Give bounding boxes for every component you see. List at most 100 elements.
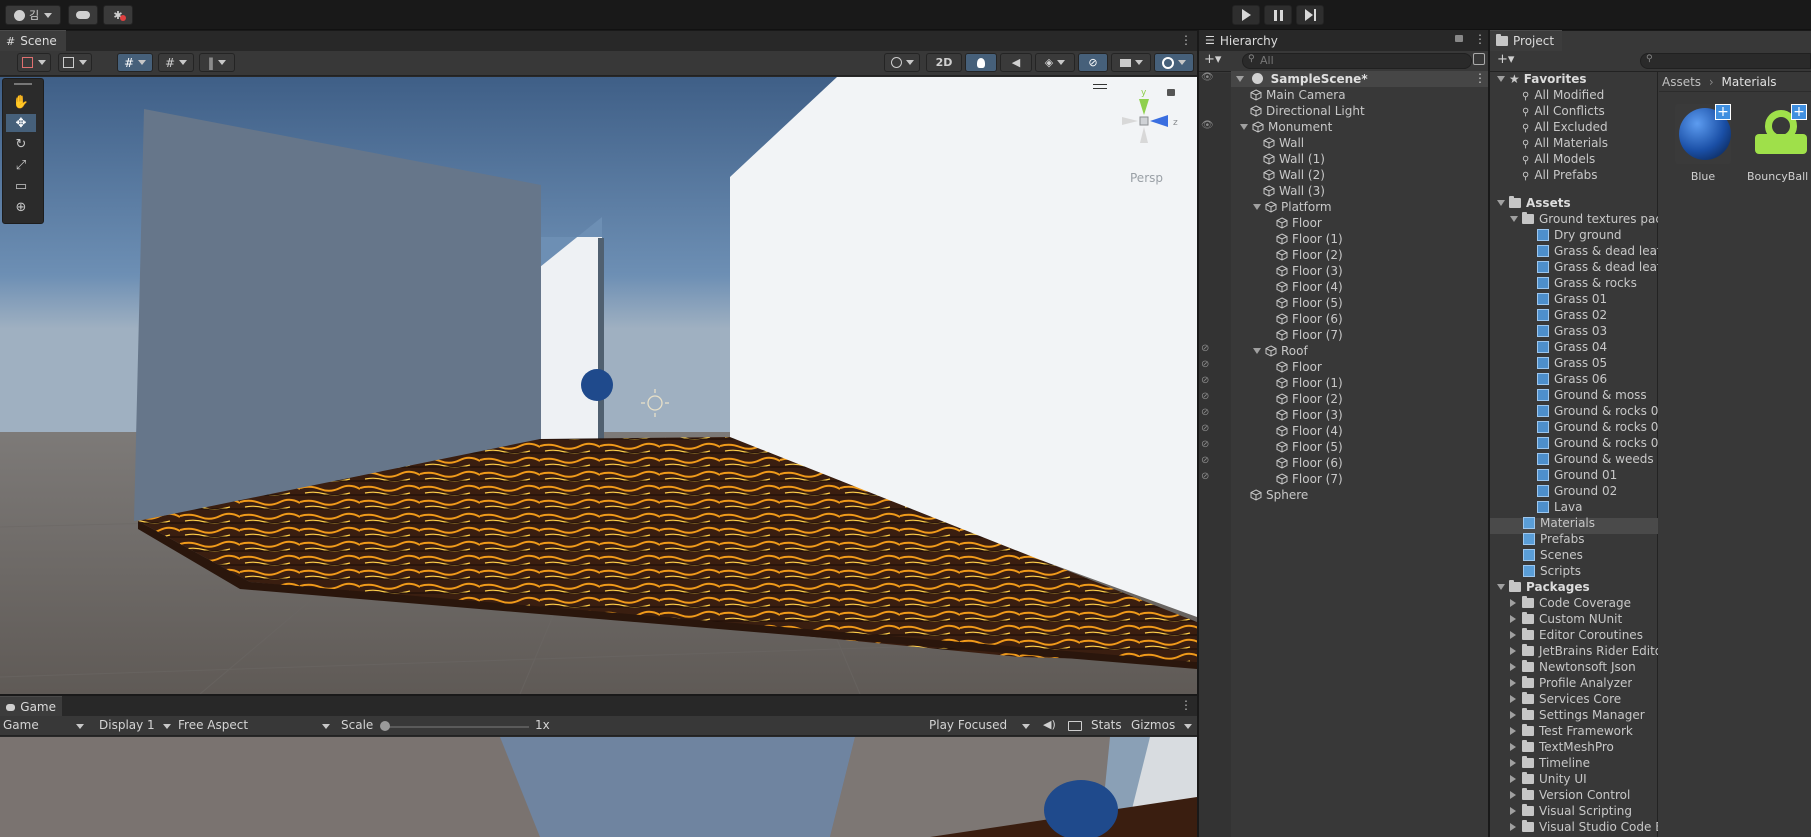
ground-texture-item[interactable]: Ground & rocks 01 — [1537, 403, 1658, 419]
hierarchy-item[interactable]: Floor (5) — [1276, 439, 1343, 455]
hierarchy-item[interactable]: Main Camera — [1250, 87, 1346, 103]
scene-viewport[interactable]: ✋ ✥ ↻ ⤢ ▭ ⊕ y z Persp — [0, 77, 1197, 694]
packages-folder[interactable]: Packages — [1497, 579, 1590, 595]
hierarchy-item[interactable]: Directional Light — [1250, 103, 1365, 119]
collapse-arrow-icon[interactable] — [1510, 695, 1516, 703]
project-add-button[interactable]: +▾ — [1497, 52, 1514, 67]
gizmos-dropdown[interactable]: Gizmos — [1128, 716, 1188, 735]
collapse-arrow-icon[interactable] — [1510, 647, 1516, 655]
hierarchy-item[interactable]: Wall — [1263, 135, 1304, 151]
expand-arrow-icon[interactable] — [1236, 76, 1244, 82]
hierarchy-item[interactable]: Floor — [1276, 215, 1322, 231]
scale-tool-icon[interactable]: ⤢ — [6, 156, 36, 174]
move-tool-icon[interactable]: ✥ — [6, 114, 36, 132]
expand-arrow-icon[interactable] — [1497, 584, 1505, 590]
hierarchy-search-input[interactable]: All — [1260, 53, 1274, 69]
hierarchy-item[interactable]: Floor (1) — [1276, 231, 1343, 247]
hidden-eye-icon[interactable]: ⊘ — [1201, 471, 1209, 482]
package-item[interactable]: TextMeshPro — [1510, 739, 1614, 755]
scale-slider-thumb[interactable] — [380, 721, 390, 731]
collapse-arrow-icon[interactable] — [1510, 711, 1516, 719]
lighting-toggle-button[interactable] — [965, 53, 997, 72]
hierarchy-item[interactable]: Sphere — [1250, 487, 1308, 503]
ground-texture-item[interactable]: Grass 05 — [1537, 355, 1607, 371]
gizmos-button[interactable] — [1154, 53, 1194, 72]
collapse-arrow-icon[interactable] — [1510, 775, 1516, 783]
asset-folder-item[interactable]: Materials — [1523, 515, 1595, 531]
collapse-arrow-icon[interactable] — [1510, 791, 1516, 799]
eye-icon[interactable]: 👁 — [1201, 120, 1214, 131]
ground-texture-item[interactable]: Ground & rocks 03 — [1537, 435, 1658, 451]
scene-menu-lines-icon[interactable] — [1093, 84, 1107, 89]
collapse-arrow-icon[interactable] — [1510, 823, 1516, 831]
orientation-gizmo[interactable]: y z — [1110, 87, 1185, 157]
hierarchy-item[interactable]: Wall (1) — [1263, 151, 1325, 167]
hidden-eye-icon[interactable]: ⊘ — [1201, 343, 1209, 354]
search-filter-icon[interactable] — [1473, 53, 1485, 65]
rotate-tool-icon[interactable]: ↻ — [6, 135, 36, 153]
persp-label[interactable]: Persp — [1130, 171, 1163, 185]
rect-tool-icon[interactable]: ▭ — [6, 177, 36, 195]
pause-button[interactable] — [1264, 5, 1292, 25]
hierarchy-lock-icon[interactable] — [1455, 35, 1463, 42]
ground-texture-item[interactable]: Grass 02 — [1537, 307, 1607, 323]
grid-snap-button[interactable]: # — [117, 53, 153, 72]
expand-arrow-icon[interactable] — [1510, 216, 1518, 222]
hierarchy-item[interactable]: Floor (6) — [1276, 311, 1343, 327]
collapse-arrow-icon[interactable] — [1510, 679, 1516, 687]
breadcrumb-assets[interactable]: Assets — [1662, 75, 1701, 89]
tab-game[interactable]: Game — [0, 696, 62, 717]
ground-texture-item[interactable]: Grass 04 — [1537, 339, 1607, 355]
asset-folder-item[interactable]: Prefabs — [1523, 531, 1585, 547]
favorite-item[interactable]: ⚲ All Excluded — [1522, 119, 1608, 135]
cloud-button[interactable] — [68, 5, 98, 25]
collapse-arrow-icon[interactable] — [1510, 807, 1516, 815]
mute-audio-icon[interactable]: ◀) — [1043, 718, 1056, 731]
tab-hierarchy[interactable]: ☰ Hierarchy — [1199, 30, 1488, 51]
package-item[interactable]: Visual Studio Code Editor — [1510, 819, 1658, 835]
orientation-button[interactable] — [884, 53, 920, 72]
package-item[interactable]: Unity UI — [1510, 771, 1587, 787]
scene-root-menu-icon[interactable]: ⋮ — [1474, 71, 1486, 85]
collab-button[interactable]: ✱ — [103, 5, 133, 25]
hierarchy-item[interactable]: Floor (6) — [1276, 455, 1343, 471]
hidden-eye-icon[interactable]: ⊘ — [1201, 455, 1209, 466]
hierarchy-item[interactable]: Roof — [1253, 343, 1308, 359]
collapse-arrow-icon[interactable] — [1510, 743, 1516, 751]
asset-blue[interactable]: + Blue — [1675, 104, 1731, 183]
ground-texture-item[interactable]: Dry ground — [1537, 227, 1622, 243]
ground-texture-item[interactable]: Grass 03 — [1537, 323, 1607, 339]
scene-root[interactable]: SampleScene* — [1236, 71, 1368, 87]
expand-arrow-icon[interactable] — [1253, 348, 1261, 354]
asset-folder-item[interactable]: Scenes — [1523, 547, 1583, 563]
expand-arrow-icon[interactable] — [1497, 200, 1505, 206]
ground-texture-item[interactable]: Grass 01 — [1537, 291, 1607, 307]
hierarchy-item[interactable]: Floor (5) — [1276, 295, 1343, 311]
hierarchy-item[interactable]: Wall (3) — [1263, 183, 1325, 199]
hierarchy-item[interactable]: Floor — [1276, 359, 1322, 375]
favorite-item[interactable]: ⚲ All Modified — [1522, 87, 1604, 103]
expand-arrow-icon[interactable] — [1240, 124, 1248, 130]
favorite-item[interactable]: ⚲ All Conflicts — [1522, 103, 1605, 119]
aspect-dropdown[interactable]: Free Aspect — [175, 716, 335, 735]
hierarchy-menu-icon[interactable]: ⋮ — [1474, 32, 1486, 46]
ground-texture-item[interactable]: Ground & rocks 02 — [1537, 419, 1658, 435]
ground-pack-folder[interactable]: Ground textures pack — [1510, 211, 1658, 227]
favorite-item[interactable]: ⚲ All Prefabs — [1522, 167, 1598, 183]
ground-texture-item[interactable]: Lava — [1537, 499, 1583, 515]
collapse-arrow-icon[interactable] — [1510, 727, 1516, 735]
hierarchy-item[interactable]: Floor (3) — [1276, 263, 1343, 279]
ground-texture-item[interactable]: Grass 06 — [1537, 371, 1607, 387]
ground-texture-item[interactable]: Ground & moss — [1537, 387, 1647, 403]
tab-scene[interactable]: # Scene — [0, 30, 66, 51]
package-item[interactable]: Test Framework — [1510, 723, 1633, 739]
hierarchy-item[interactable]: Floor (3) — [1276, 407, 1343, 423]
game-menu-icon[interactable]: ⋮ — [1180, 698, 1192, 712]
audio-toggle-button[interactable]: ◀ — [1000, 53, 1032, 72]
asset-bouncyball[interactable]: + BouncyBall — [1747, 104, 1811, 182]
toggle-2d-button[interactable]: 2D — [926, 53, 962, 72]
ground-texture-item[interactable]: Grass & dead leafs — [1537, 259, 1658, 275]
assets-folder[interactable]: Assets — [1497, 195, 1571, 211]
hierarchy-item[interactable]: Floor (2) — [1276, 391, 1343, 407]
ruler-button[interactable]: ‖ — [199, 53, 235, 72]
